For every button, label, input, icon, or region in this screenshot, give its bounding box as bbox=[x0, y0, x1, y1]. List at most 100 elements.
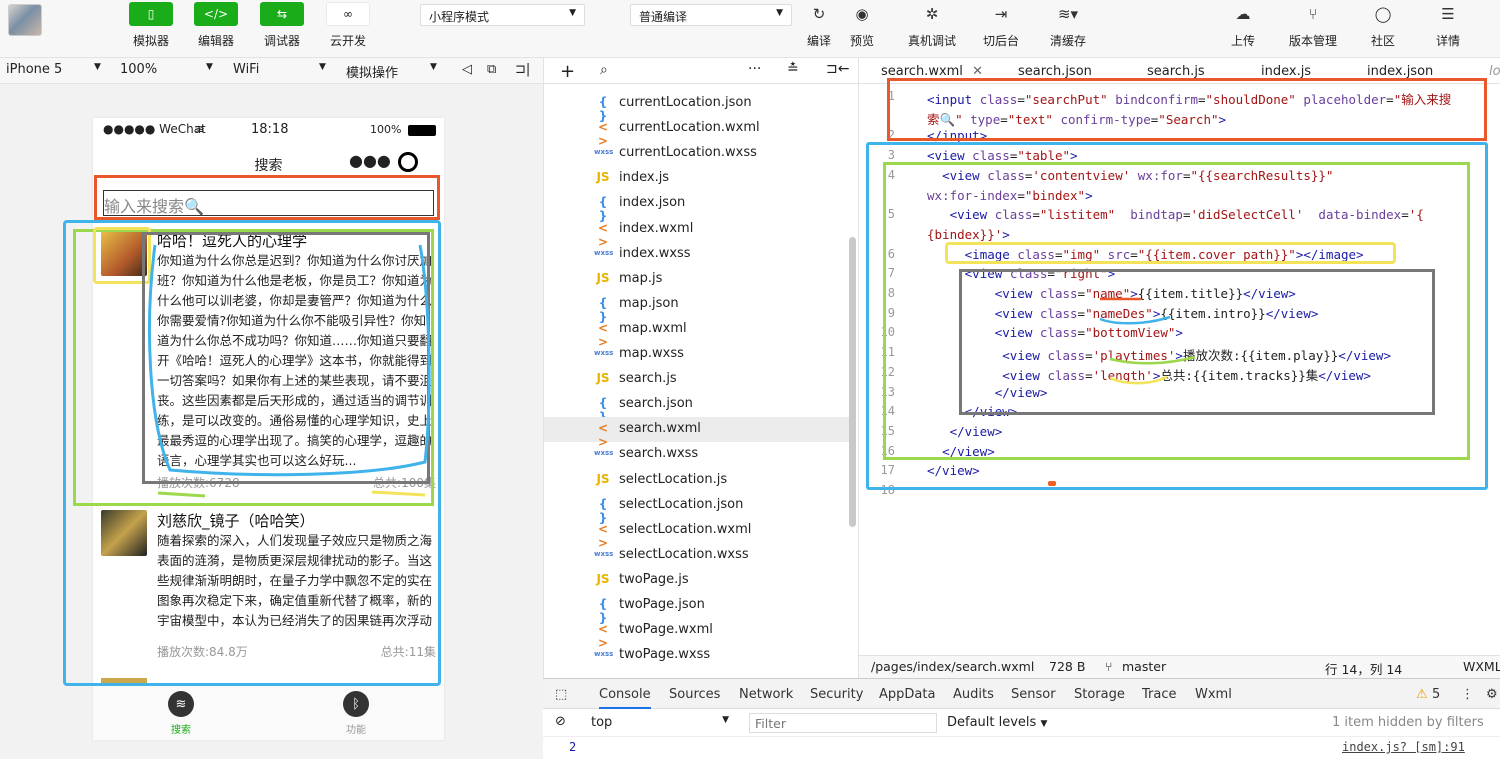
file-item[interactable]: wxss selectLocation.wxss bbox=[544, 543, 849, 568]
file-item[interactable]: JS twoPage.js bbox=[544, 568, 849, 593]
log-levels-value: Default levels bbox=[947, 715, 1037, 730]
search-icon[interactable]: ⌕ bbox=[600, 62, 608, 78]
file-item[interactable]: < > index.wxml bbox=[544, 217, 849, 249]
tab-console[interactable]: Console bbox=[599, 687, 651, 709]
debugger-label: 调试器 bbox=[263, 34, 300, 48]
language-mode[interactable]: WXML bbox=[1463, 659, 1500, 674]
more-icon[interactable]: ··· bbox=[748, 61, 761, 77]
file-item[interactable]: < > currentLocation.wxml bbox=[544, 116, 849, 148]
list-item[interactable]: 刘慈欣_镜子（哈哈笑） 随着探索的深入，人们发现量子效应只是物质之海表面的涟漪，… bbox=[101, 510, 436, 660]
user-avatar[interactable] bbox=[8, 4, 42, 36]
simulator-button[interactable]: ▯ 模拟器 bbox=[121, 2, 181, 49]
zoom-select[interactable]: 100% ▼ bbox=[120, 62, 213, 77]
list-item[interactable]: 哈哈！逗死人的心理学 你知道为什么你总是迟到？你知道为什么你讨厌加班？你知道为什… bbox=[101, 230, 436, 492]
network-select[interactable]: WiFi ▼ bbox=[233, 62, 326, 77]
file-item[interactable]: wxss map.wxss bbox=[544, 342, 849, 367]
line-number: 5 bbox=[887, 207, 895, 222]
split-panel-icon[interactable]: ⊐| bbox=[515, 62, 530, 77]
cloud-dev-button[interactable]: ∞ 云开发 bbox=[318, 2, 378, 49]
tab-network[interactable]: Network bbox=[739, 687, 793, 702]
chevron-down-icon: ▼ bbox=[94, 62, 101, 72]
file-item[interactable]: JS search.js bbox=[544, 367, 849, 392]
file-item[interactable]: { } currentLocation.json bbox=[544, 91, 849, 123]
tab-overflow[interactable]: lo bbox=[1489, 64, 1500, 79]
file-item[interactable]: JS map.js bbox=[544, 267, 849, 292]
file-item[interactable]: JS selectLocation.js bbox=[544, 468, 849, 493]
file-item[interactable]: { } map.json bbox=[544, 292, 849, 324]
file-item[interactable]: < > map.wxml bbox=[544, 317, 849, 349]
preview-button[interactable]: ◉ 预览 bbox=[832, 2, 892, 49]
tab-index-json[interactable]: index.json bbox=[1367, 64, 1433, 79]
file-item[interactable]: { } twoPage.json bbox=[544, 593, 849, 625]
inspect-icon[interactable]: ⬚ bbox=[555, 687, 567, 702]
file-item[interactable]: wxss index.wxss bbox=[544, 242, 849, 267]
close-target-icon[interactable] bbox=[398, 152, 418, 172]
file-item[interactable]: wxss search.wxss bbox=[544, 442, 849, 467]
file-item[interactable]: < > search.wxml bbox=[544, 417, 849, 449]
book-cover-image bbox=[101, 510, 147, 556]
console-filter-input[interactable] bbox=[749, 713, 937, 733]
mode-select[interactable]: 小程序模式 ▼ bbox=[420, 4, 585, 26]
tab-wxml[interactable]: Wxml bbox=[1195, 687, 1232, 702]
editor-button[interactable]: </> 编辑器 bbox=[186, 2, 246, 49]
file-item[interactable]: JS index.js bbox=[544, 166, 849, 191]
sim-ops-select[interactable]: 模拟操作 ▼ bbox=[346, 62, 437, 81]
item-intro: 你知道为什么你总是迟到？你知道为什么你讨厌加班？你知道为什么他是老板，你是员工？… bbox=[157, 253, 433, 468]
window-icon[interactable]: ⧉ bbox=[487, 62, 496, 77]
file-item[interactable]: { }search.json bbox=[544, 392, 849, 424]
file-item[interactable]: < > selectLocation.wxml bbox=[544, 518, 849, 550]
compile-select[interactable]: 普通编译 ▼ bbox=[630, 4, 792, 26]
more-vertical-icon[interactable]: ⋮ bbox=[1461, 687, 1474, 702]
git-branch[interactable]: master bbox=[1122, 659, 1166, 674]
file-item[interactable]: { } selectLocation.json bbox=[544, 493, 849, 525]
file-item[interactable]: { } index.json bbox=[544, 191, 849, 223]
version-button[interactable]: ⑂ 版本管理 bbox=[1283, 2, 1343, 49]
clear-cache-button[interactable]: ≋▾ 清缓存 bbox=[1038, 2, 1098, 49]
file-item[interactable]: < > twoPage.wxml bbox=[544, 618, 849, 650]
tab-audits[interactable]: Audits bbox=[953, 687, 994, 702]
context-select[interactable]: top ▼ bbox=[585, 712, 735, 733]
tab-search-js[interactable]: search.js bbox=[1147, 64, 1205, 79]
console-source-link[interactable]: index.js? [sm]:91 bbox=[1342, 740, 1465, 754]
tab-storage[interactable]: Storage bbox=[1074, 687, 1125, 702]
code-line: <input class="searchPut" bindconfirm="sh… bbox=[927, 92, 1452, 107]
file-item[interactable]: wxss twoPage.wxss bbox=[544, 643, 849, 668]
code-editor: search.wxml ✕ search.json search.js inde… bbox=[859, 58, 1500, 678]
file-item[interactable]: wxss currentLocation.wxss bbox=[544, 141, 849, 166]
js-file-icon: JS bbox=[596, 471, 610, 486]
line-number: 7 bbox=[887, 266, 895, 281]
tab-trace[interactable]: Trace bbox=[1142, 687, 1177, 702]
device-select[interactable]: iPhone 5 ▼ bbox=[6, 62, 101, 77]
tab-security[interactable]: Security bbox=[810, 687, 863, 702]
tab-search-json[interactable]: search.json bbox=[1018, 64, 1092, 79]
log-levels-select[interactable]: Default levels ▼ bbox=[947, 715, 1047, 730]
add-icon[interactable]: + bbox=[560, 61, 575, 82]
split-icon[interactable]: ⊐← bbox=[826, 61, 849, 77]
search-input[interactable]: 输入来搜索🔍 bbox=[103, 190, 434, 216]
warning-icon[interactable]: ⚠ bbox=[1416, 687, 1428, 702]
background-button[interactable]: ⇥ 切后台 bbox=[971, 2, 1031, 49]
wxss-file-icon: wxss bbox=[594, 549, 614, 558]
tab-index-js[interactable]: index.js bbox=[1261, 64, 1311, 79]
collapse-icon[interactable]: ≛ bbox=[787, 61, 799, 77]
tab-features[interactable]: ᛒ 功能 bbox=[326, 691, 386, 736]
details-button[interactable]: ☰ 详情 bbox=[1418, 2, 1478, 49]
item-title: 哈哈！逗死人的心理学 bbox=[157, 232, 308, 250]
close-icon[interactable]: ✕ bbox=[972, 64, 983, 79]
file-tree-scrollbar[interactable] bbox=[849, 237, 856, 527]
upload-button[interactable]: ☁ 上传 bbox=[1213, 2, 1273, 49]
file-name: selectLocation.json bbox=[619, 496, 744, 512]
tab-appdata[interactable]: AppData bbox=[879, 687, 935, 702]
tab-sensor[interactable]: Sensor bbox=[1011, 687, 1056, 702]
volume-icon[interactable]: ◁ bbox=[462, 62, 472, 77]
community-button[interactable]: ◯ 社区 bbox=[1353, 2, 1413, 49]
cursor-position[interactable]: 行 14，列 14 bbox=[1325, 659, 1402, 678]
device-debug-button[interactable]: ✲ 真机调试 bbox=[902, 2, 962, 49]
settings-icon[interactable]: ⚙ bbox=[1486, 687, 1498, 702]
more-dots-icon[interactable]: ●●● bbox=[349, 151, 391, 170]
debugger-button[interactable]: ⇆ 调试器 bbox=[252, 2, 312, 49]
tab-search-wxml[interactable]: search.wxml ✕ bbox=[881, 64, 983, 79]
tab-sources[interactable]: Sources bbox=[669, 687, 720, 702]
clear-console-icon[interactable]: ⊘ bbox=[555, 714, 566, 729]
tab-search[interactable]: ≋ 搜索 bbox=[151, 691, 211, 736]
